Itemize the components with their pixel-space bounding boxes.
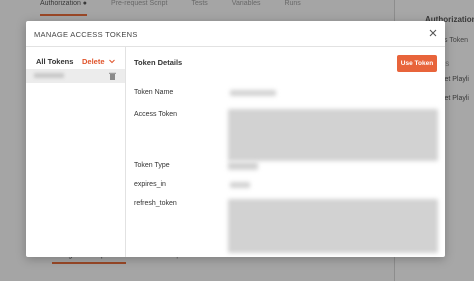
modal-header: MANAGE ACCESS TOKENS bbox=[26, 21, 445, 47]
token-details-title: Token Details bbox=[134, 58, 183, 67]
token-details-panel: Token Details Use Token Token Name Acces… bbox=[126, 47, 445, 257]
refresh-token-value-redacted bbox=[228, 199, 438, 253]
access-token-label: Access Token bbox=[134, 111, 178, 118]
token-name-value-redacted bbox=[230, 90, 276, 96]
token-type-value-redacted bbox=[228, 162, 258, 170]
expires-in-value-redacted bbox=[230, 182, 250, 188]
chevron-down-icon[interactable] bbox=[108, 57, 116, 65]
refresh-token-label: refresh_token bbox=[134, 200, 177, 207]
token-type-label: Token Type bbox=[134, 162, 170, 169]
token-list-item[interactable] bbox=[26, 69, 125, 83]
token-name-label: Token Name bbox=[134, 89, 174, 96]
access-token-value-redacted bbox=[228, 109, 438, 161]
delete-button[interactable]: Delete bbox=[82, 57, 105, 66]
close-icon[interactable] bbox=[427, 27, 439, 39]
token-name-redacted bbox=[34, 73, 64, 78]
manage-access-tokens-modal: MANAGE ACCESS TOKENS All Tokens Delete T… bbox=[26, 21, 445, 257]
token-sidebar: All Tokens Delete bbox=[26, 47, 126, 257]
all-tokens-label: All Tokens bbox=[36, 57, 74, 66]
expires-in-label: expires_in bbox=[134, 181, 166, 188]
use-token-button[interactable]: Use Token bbox=[397, 55, 437, 72]
trash-icon[interactable] bbox=[109, 72, 116, 80]
modal-title: MANAGE ACCESS TOKENS bbox=[34, 30, 138, 39]
